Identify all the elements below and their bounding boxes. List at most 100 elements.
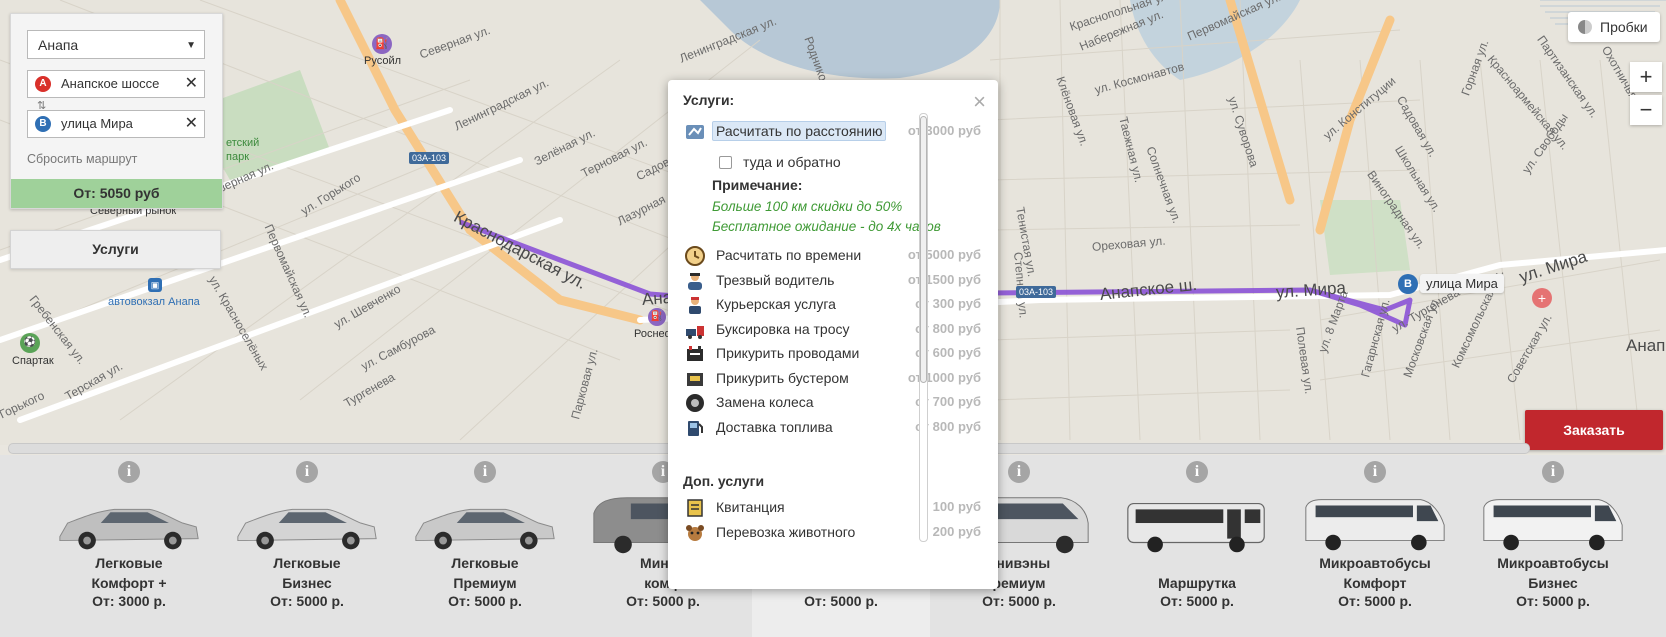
- vehicle-price: От: 5000 р.: [804, 593, 878, 609]
- service-label: Прикурить проводами: [716, 345, 860, 361]
- vehicle-card[interactable]: i Микроавтобусы Комфорт От: 5000 р.: [1286, 455, 1464, 637]
- vehicle-card[interactable]: i Микроавтобусы Бизнес От: 5000 р.: [1464, 455, 1642, 637]
- info-icon[interactable]: i: [1008, 461, 1030, 483]
- point-b-value: улица Мира: [61, 116, 133, 131]
- service-item[interactable]: Доставка топлива от 800 руб: [683, 417, 981, 439]
- service-label: Расчитать по расстоянию: [712, 121, 887, 141]
- route-panel: Анапа ▼ A Анапское шоссе ✕ ⇅ B улица Мир…: [10, 13, 223, 209]
- order-button[interactable]: Заказать: [1525, 410, 1663, 450]
- service-item[interactable]: Буксировка на тросу от 800 руб: [683, 319, 981, 341]
- vehicle-image: [237, 508, 377, 550]
- info-icon[interactable]: i: [1186, 461, 1208, 483]
- scrollbar-thumb[interactable]: [920, 116, 927, 383]
- vehicle-image: [59, 508, 199, 550]
- point-a-field[interactable]: A Анапское шоссе ✕: [27, 70, 205, 98]
- services-title: Услуги:: [683, 92, 735, 108]
- poi-label[interactable]: Спартак: [12, 355, 54, 367]
- traffic-button[interactable]: Пробки: [1568, 12, 1660, 42]
- point-b-field[interactable]: B улица Мира ✕: [27, 110, 205, 138]
- vehicle-card[interactable]: i Маршрутка От: 5000 р.: [1108, 455, 1286, 637]
- info-icon[interactable]: i: [296, 461, 318, 483]
- poi-label[interactable]: Русойл: [364, 55, 401, 67]
- extra-service-item[interactable]: Перевозка животного 200 руб: [683, 522, 981, 544]
- vehicle-price: От: 5000 р.: [982, 593, 1056, 609]
- traffic-label: Пробки: [1600, 19, 1648, 35]
- service-label: Буксировка на тросу: [716, 321, 850, 337]
- fuel-icon: [688, 421, 703, 436]
- booster-icon: [687, 373, 703, 386]
- service-label: Трезвый водитель: [716, 272, 835, 288]
- clock-icon: [685, 246, 705, 266]
- point-a-marker-icon: A: [35, 76, 51, 92]
- note-title: Примечание:: [712, 177, 803, 193]
- receipt-icon: [687, 499, 703, 517]
- vehicle-name: Маршрутка: [1158, 575, 1236, 591]
- pet-icon: [686, 525, 704, 541]
- poi-icon-fuel-2: ⛽: [648, 308, 666, 326]
- driver-icon: [688, 273, 702, 290]
- extra-services-title: Доп. услуги: [683, 473, 765, 489]
- poi-label[interactable]: парк: [226, 151, 249, 163]
- service-item[interactable]: Трезвый водитель от 1500 руб: [683, 270, 981, 292]
- roundtrip-label: туда и обратно: [743, 154, 841, 170]
- vehicle-card[interactable]: i Легковые Комфорт + От: 3000 р.: [40, 455, 218, 637]
- services-list-scrollbar[interactable]: [919, 113, 928, 542]
- service-item[interactable]: Расчитать по расстоянию от 3000 руб: [683, 121, 981, 143]
- info-icon[interactable]: i: [1364, 461, 1386, 483]
- point-b-marker-icon: B: [35, 116, 51, 132]
- jumper-cables-icon: [687, 346, 703, 361]
- services-list: Услуги: Расчитать по расстоянию от 3000 р…: [683, 92, 981, 577]
- services-modal: Услуги: Расчитать по расстоянию от 3000 р…: [668, 80, 998, 589]
- clear-point-a-icon[interactable]: ✕: [185, 71, 198, 97]
- extra-service-label: Перевозка животного: [716, 524, 856, 540]
- service-item[interactable]: Расчитать по времени от 5000 руб: [683, 245, 981, 267]
- traffic-icon: [1578, 20, 1592, 34]
- vehicle-image: [1305, 499, 1445, 551]
- zoom-out-button[interactable]: −: [1630, 95, 1662, 125]
- info-icon[interactable]: i: [118, 461, 140, 483]
- service-item[interactable]: Курьерская услуга от 300 руб: [683, 294, 981, 316]
- vehicle-price: От: 5000 р.: [270, 593, 344, 609]
- vehicle-name: Микроавтобусы Комфорт: [1319, 555, 1431, 591]
- note-line: Бесплатное ожидание - до 4х часов: [712, 219, 941, 234]
- vehicle-price: От: 5000 р.: [626, 593, 700, 609]
- service-label: Курьерская услуга: [716, 296, 836, 312]
- service-label: Прикурить бустером: [716, 370, 849, 386]
- close-icon[interactable]: ×: [973, 91, 986, 113]
- route-price: От: 5050 руб: [11, 179, 222, 208]
- vehicle-card[interactable]: i Легковые Бизнес От: 5000 р.: [218, 455, 396, 637]
- city-select-value: Анапа: [38, 37, 79, 53]
- chevron-down-icon: ▼: [186, 40, 196, 51]
- wheel-icon: [686, 394, 704, 412]
- road-number-badge: 03А-103: [409, 152, 450, 164]
- tow-icon: [686, 326, 704, 339]
- services-button[interactable]: Услуги: [10, 230, 221, 269]
- vehicle-price: От: 3000 р.: [92, 593, 166, 609]
- vehicle-image: [1127, 502, 1265, 553]
- poi-icon-bus: ▣: [148, 278, 162, 292]
- info-icon[interactable]: i: [1542, 461, 1564, 483]
- info-icon[interactable]: i: [474, 461, 496, 483]
- courier-icon: [689, 297, 701, 314]
- roundtrip-checkbox[interactable]: [719, 156, 732, 169]
- poi-label[interactable]: автовокзал Анапа: [108, 296, 200, 308]
- poi-icon-fuel: ⛽: [372, 34, 392, 54]
- clear-point-b-icon[interactable]: ✕: [185, 111, 198, 137]
- extra-service-item[interactable]: Квитанция 100 руб: [683, 497, 981, 519]
- destination-label: улица Мира: [1420, 274, 1504, 293]
- reset-route-link[interactable]: Сбросить маршрут: [27, 152, 137, 166]
- service-label: Расчитать по времени: [716, 247, 862, 263]
- service-item[interactable]: Замена колеса от 700 руб: [683, 392, 981, 414]
- zoom-in-button[interactable]: +: [1630, 62, 1662, 92]
- destination-pin-icon: B: [1398, 274, 1418, 294]
- point-a-value: Анапское шоссе: [61, 76, 160, 91]
- street-label: Анап: [1626, 336, 1666, 355]
- poi-icon-hospital: +: [1532, 288, 1552, 308]
- service-item[interactable]: Прикурить бустером от 1000 руб: [683, 368, 981, 390]
- city-select[interactable]: Анапа ▼: [27, 30, 205, 59]
- vehicle-card[interactable]: i Легковые Премиум От: 5000 р.: [396, 455, 574, 637]
- service-item[interactable]: Прикурить проводами от 600 руб: [683, 343, 981, 365]
- vehicle-price: От: 5000 р.: [1160, 593, 1234, 609]
- extra-service-price: 100 руб: [932, 499, 981, 514]
- poi-label[interactable]: етский: [226, 137, 259, 149]
